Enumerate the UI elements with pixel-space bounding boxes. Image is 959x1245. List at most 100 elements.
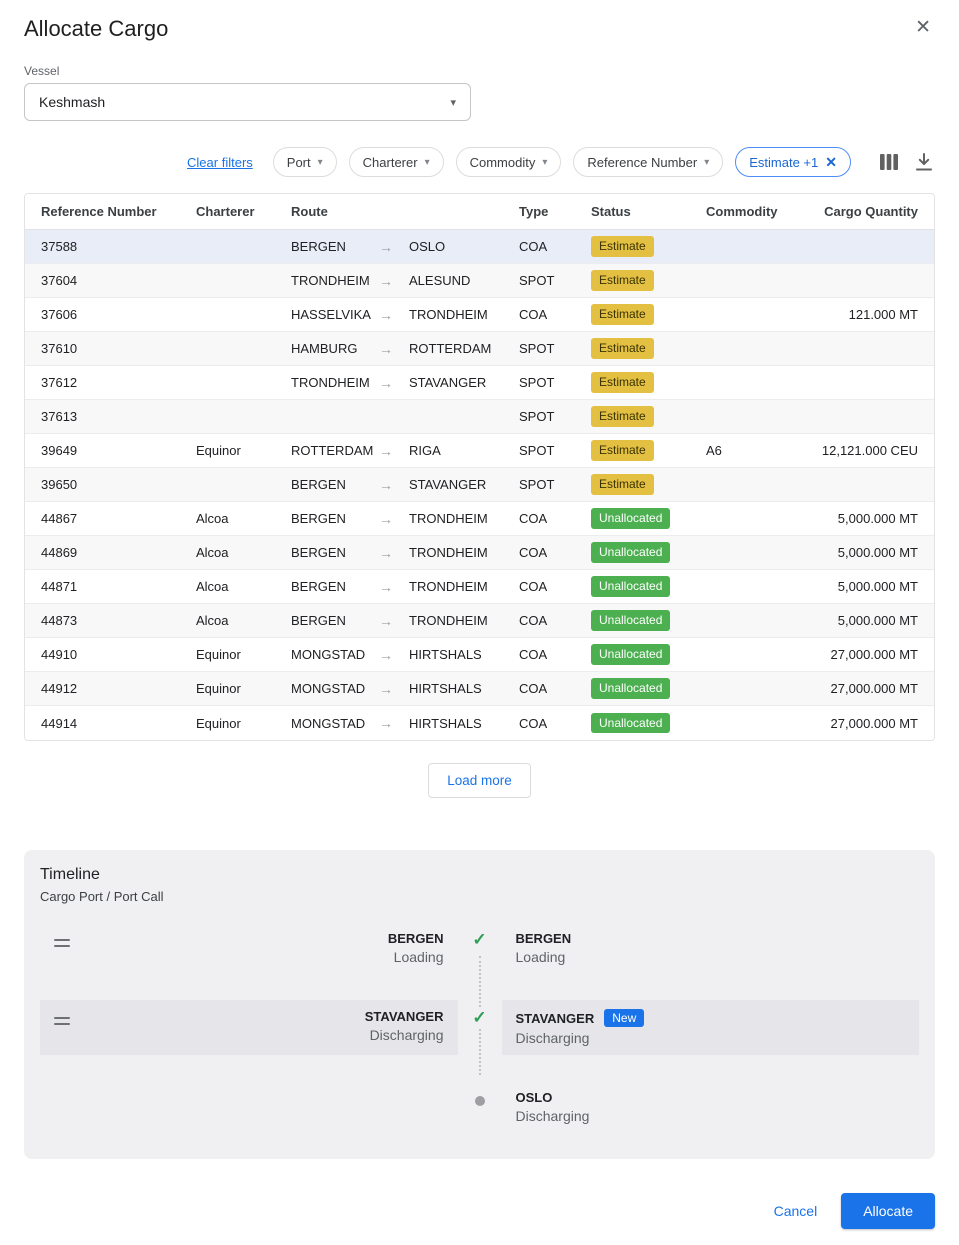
cell-type: SPOT <box>519 341 591 356</box>
timeline-marker: ✓ <box>458 922 502 974</box>
timeline-left-item <box>40 1081 458 1133</box>
allocate-button[interactable]: Allocate <box>841 1193 935 1229</box>
clear-filters-button[interactable]: Clear filters <box>187 155 253 170</box>
columns-icon[interactable] <box>877 151 901 173</box>
cell-reference: 39649 <box>41 443 196 458</box>
cell-status: Unallocated <box>591 678 706 698</box>
timeline-dot-icon <box>475 1096 485 1106</box>
port-name: STAVANGER <box>365 1009 444 1024</box>
table-row[interactable]: 44867 Alcoa BERGEN → TRONDHEIM COA Unall… <box>25 502 934 536</box>
cell-route: MONGSTAD → HIRTSHALS <box>291 647 519 663</box>
chip-label: Charterer <box>363 155 418 170</box>
cell-type: COA <box>519 511 591 526</box>
table-row[interactable]: 44912 Equinor MONGSTAD → HIRTSHALS COA U… <box>25 672 934 706</box>
table-row[interactable]: 39650 BERGEN → STAVANGER SPOT Estimate <box>25 468 934 502</box>
timeline-title: Timeline <box>40 866 919 884</box>
page-title: Allocate Cargo <box>24 14 168 42</box>
table-row[interactable]: 44914 Equinor MONGSTAD → HIRTSHALS COA U… <box>25 706 934 740</box>
timeline-panel: Timeline Cargo Port / Port Call BERGEN L… <box>24 850 935 1159</box>
cell-route: BERGEN → OSLO <box>291 239 519 255</box>
table-row[interactable]: 37610 HAMBURG → ROTTERDAM SPOT Estimate <box>25 332 934 366</box>
table-row[interactable]: 37606 HASSELVIKA → TRONDHEIM COA Estimat… <box>25 298 934 332</box>
port-name: STAVANGER <box>516 1011 595 1026</box>
cell-type: SPOT <box>519 273 591 288</box>
cell-quantity: 27,000.000 MT <box>806 647 918 662</box>
port-activity: Loading <box>516 949 906 965</box>
filter-chip-charterer[interactable]: Charterer ▾ <box>349 147 444 177</box>
cell-quantity: 12,121.000 CEU <box>806 443 918 458</box>
table-row[interactable]: 37613 SPOT Estimate <box>25 400 934 434</box>
cell-reference: 39650 <box>41 477 196 492</box>
status-badge: Unallocated <box>591 576 670 596</box>
cell-type: SPOT <box>519 409 591 424</box>
chip-label: Estimate +1 <box>749 155 818 170</box>
remove-filter-icon[interactable]: ✕ <box>825 154 837 171</box>
cell-type: SPOT <box>519 477 591 492</box>
port-name: OSLO <box>516 1090 906 1105</box>
cell-reference: 44867 <box>41 511 196 526</box>
timeline-right-item: STAVANGER New Discharging <box>502 1000 920 1055</box>
drag-handle-icon[interactable] <box>54 931 70 947</box>
timeline-row: OSLO Discharging <box>40 1081 919 1133</box>
port-activity: Discharging <box>516 1108 906 1124</box>
route-arrow-icon: → <box>379 375 409 391</box>
col-header-cargo-quantity: Cargo Quantity <box>806 204 918 219</box>
cell-status: Estimate <box>591 236 706 256</box>
cell-route: ROTTERDAM → RIGA <box>291 443 519 459</box>
cell-reference: 37604 <box>41 273 196 288</box>
cell-type: COA <box>519 307 591 322</box>
table-row[interactable]: 37588 BERGEN → OSLO COA Estimate <box>25 230 934 264</box>
vessel-value: Keshmash <box>39 94 105 110</box>
cell-type: SPOT <box>519 443 591 458</box>
table-row[interactable]: 44873 Alcoa BERGEN → TRONDHEIM COA Unall… <box>25 604 934 638</box>
cell-charterer: Alcoa <box>196 545 291 560</box>
cell-route: BERGEN → TRONDHEIM <box>291 613 519 629</box>
table-row[interactable]: 44910 Equinor MONGSTAD → HIRTSHALS COA U… <box>25 638 934 672</box>
filter-chip-estimate-active[interactable]: Estimate +1 ✕ <box>735 147 851 177</box>
status-badge: Estimate <box>591 270 654 290</box>
timeline-marker <box>458 1081 502 1133</box>
route-arrow-icon: → <box>379 681 409 697</box>
cancel-button[interactable]: Cancel <box>764 1195 828 1227</box>
route-arrow-icon: → <box>379 273 409 289</box>
cell-status: Estimate <box>591 440 706 460</box>
route-arrow-icon: → <box>379 239 409 255</box>
status-badge: Estimate <box>591 440 654 460</box>
table-row[interactable]: 39649 Equinor ROTTERDAM → RIGA SPOT Esti… <box>25 434 934 468</box>
filter-chip-reference-number[interactable]: Reference Number ▾ <box>573 147 723 177</box>
cell-route: BERGEN → TRONDHEIM <box>291 511 519 527</box>
status-badge: Estimate <box>591 304 654 324</box>
table-row[interactable]: 44871 Alcoa BERGEN → TRONDHEIM COA Unall… <box>25 570 934 604</box>
cell-charterer: Equinor <box>196 681 291 696</box>
chevron-down-icon: ▾ <box>704 157 709 168</box>
vessel-select[interactable]: Keshmash ▾ <box>24 83 471 121</box>
drag-handle-icon[interactable] <box>54 1009 70 1025</box>
vessel-field: Vessel Keshmash ▾ <box>24 64 935 121</box>
col-header-type: Type <box>519 204 591 219</box>
filter-chip-commodity[interactable]: Commodity ▾ <box>456 147 562 177</box>
cargo-table: Reference Number Charterer Route Type St… <box>24 193 935 741</box>
status-badge: Estimate <box>591 236 654 256</box>
download-icon[interactable] <box>913 151 935 173</box>
cell-charterer: Equinor <box>196 443 291 458</box>
dialog-footer: Cancel Allocate <box>24 1193 935 1233</box>
cell-route: BERGEN → STAVANGER <box>291 477 519 493</box>
table-row[interactable]: 37604 TRONDHEIM → ALESUND SPOT Estimate <box>25 264 934 298</box>
timeline-subtitle: Cargo Port / Port Call <box>40 889 919 904</box>
table-row[interactable]: 37612 TRONDHEIM → STAVANGER SPOT Estimat… <box>25 366 934 400</box>
timeline-left-item[interactable]: BERGEN Loading <box>40 922 458 974</box>
timeline-row: STAVANGER Discharging ✓ STAVANGER New Di… <box>40 1000 919 1055</box>
cell-reference: 44914 <box>41 716 196 731</box>
load-more-button[interactable]: Load more <box>428 763 531 798</box>
status-badge: Unallocated <box>591 713 670 733</box>
col-header-commodity: Commodity <box>706 204 806 219</box>
port-name: BERGEN <box>388 931 444 946</box>
table-row[interactable]: 44869 Alcoa BERGEN → TRONDHEIM COA Unall… <box>25 536 934 570</box>
cell-charterer: Equinor <box>196 716 291 731</box>
timeline-left-item[interactable]: STAVANGER Discharging <box>40 1000 458 1055</box>
cell-route: HAMBURG → ROTTERDAM <box>291 341 519 357</box>
cell-status: Unallocated <box>591 644 706 664</box>
cell-type: COA <box>519 579 591 594</box>
close-icon[interactable]: ✕ <box>911 14 935 41</box>
filter-chip-port[interactable]: Port ▾ <box>273 147 337 177</box>
